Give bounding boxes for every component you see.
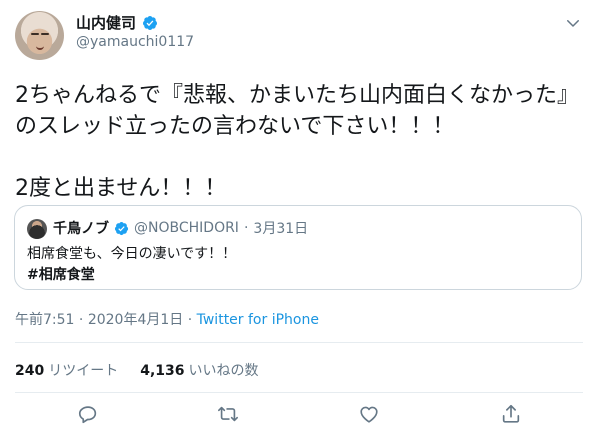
- avatar-eye: [31, 33, 39, 35]
- avatar-mouth: [36, 45, 44, 50]
- author-display-name[interactable]: 山内健司: [76, 12, 136, 33]
- divider: [15, 342, 583, 343]
- quoted-handle: @NOBCHIDORI: [134, 220, 239, 236]
- heart-icon[interactable]: [358, 403, 380, 425]
- retweets-count: 240: [15, 363, 45, 379]
- quoted-hashtag[interactable]: #相席食堂: [27, 265, 236, 286]
- verified-badge-icon: [114, 221, 129, 235]
- tweet-text: 2ちゃんねるで『悲報、かまいたち山内面白くなかった』のスレッド立ったの言わないで…: [15, 83, 568, 201]
- avatar-eye: [41, 33, 49, 35]
- verified-badge-icon: [143, 15, 158, 30]
- meta-separator: ·: [74, 312, 88, 328]
- quoted-text: 相席食堂も、今日の凄いです！！: [27, 246, 237, 262]
- chevron-down-icon[interactable]: [564, 14, 582, 32]
- share-icon[interactable]: [500, 403, 522, 425]
- quoted-display-name: 千鳥ノブ: [53, 221, 109, 237]
- likes-count: 4,136: [140, 363, 185, 379]
- divider: [15, 392, 583, 393]
- retweet-icon[interactable]: [217, 403, 239, 425]
- tweet-time[interactable]: 午前7:51: [15, 312, 74, 328]
- quoted-header: 千鳥ノブ @NOBCHIDORI · 3月31日: [53, 218, 308, 238]
- quoted-tweet-card[interactable]: 千鳥ノブ @NOBCHIDORI · 3月31日 相席食堂も、今日の凄いです！！…: [14, 205, 582, 290]
- tweet-date[interactable]: 2020年4月1日: [88, 312, 183, 328]
- meta-separator: ·: [183, 312, 197, 328]
- quoted-avatar[interactable]: [27, 219, 47, 239]
- tweet-actions: [0, 401, 598, 427]
- likes-stat[interactable]: 4,136 いいねの数: [140, 360, 258, 380]
- tweet-stats: 240 リツイート 4,136 いいねの数: [15, 360, 259, 380]
- quoted-body: 相席食堂も、今日の凄いです！！ #相席食堂: [27, 244, 236, 286]
- retweets-label: リツイート: [48, 363, 119, 379]
- author-name-row: 山内健司: [76, 12, 158, 33]
- quoted-date: 3月31日: [253, 221, 309, 237]
- tweet-source-link[interactable]: Twitter for iPhone: [197, 312, 319, 328]
- tweet-meta: 午前7:51 · 2020年4月1日 · Twitter for iPhone: [15, 309, 319, 329]
- retweets-stat[interactable]: 240 リツイート: [15, 360, 118, 380]
- quoted-separator: ·: [243, 220, 249, 236]
- likes-label: いいねの数: [188, 363, 259, 379]
- author-handle[interactable]: @yamauchi0117: [76, 34, 194, 50]
- avatar[interactable]: [15, 11, 64, 60]
- reply-icon[interactable]: [77, 403, 99, 425]
